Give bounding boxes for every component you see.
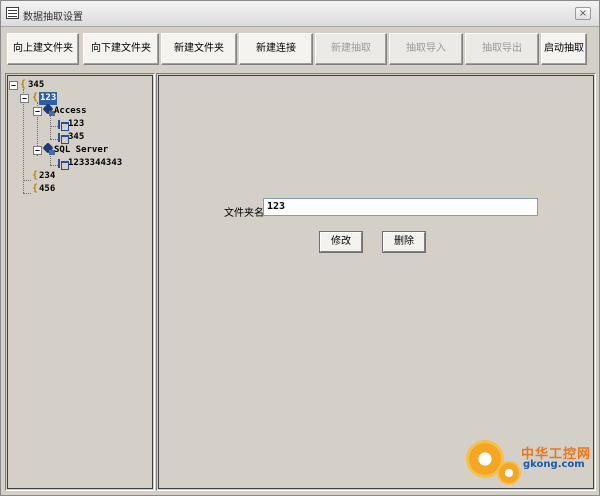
tree-connector xyxy=(50,139,58,140)
watermark-url: gkong.com xyxy=(523,459,585,470)
new-folder-button[interactable]: 新建文件夹 xyxy=(161,33,237,65)
gear-icon xyxy=(499,463,519,483)
tree-connector xyxy=(50,115,51,139)
gkong-watermark: 中华工控网 gkong.com xyxy=(469,433,597,493)
tree-node-label: 345 xyxy=(28,80,45,90)
toolbar: 向上建文件夹 向下建文件夹 新建文件夹 新建连接 新建抽取 抽取导入 抽取导出 … xyxy=(1,28,599,70)
gear-icon xyxy=(469,443,501,475)
tree-node-label: 123 xyxy=(68,119,85,129)
new-connection-button[interactable]: 新建连接 xyxy=(239,33,313,65)
app-icon xyxy=(6,7,19,19)
tree-node-label: 345 xyxy=(68,132,85,142)
tree-node-label: Access xyxy=(54,106,87,116)
collapse-toggle[interactable]: − xyxy=(33,107,42,116)
start-extraction-button[interactable]: 启动抽取 xyxy=(541,33,587,65)
title-bar: 数据抽取设置 × xyxy=(1,1,599,27)
folder-tree: − { 345 − { 123 − Access 123 345 − SQL S… xyxy=(7,75,153,489)
delete-button[interactable]: 删除 xyxy=(383,232,425,252)
collapse-toggle[interactable]: − xyxy=(9,81,18,90)
folder-name-input[interactable]: 123 xyxy=(263,198,538,216)
table-icon xyxy=(58,158,69,170)
tree-connector xyxy=(50,154,51,165)
tree-node-label: SQL Server xyxy=(54,145,109,155)
collapse-toggle[interactable]: − xyxy=(20,94,29,103)
folder-detail-pane: 文件夹名: 123 修改 删除 xyxy=(156,73,596,491)
extraction-settings-window: 数据抽取设置 × 向上建文件夹 向下建文件夹 新建文件夹 新建连接 新建抽取 抽… xyxy=(0,0,600,496)
window-title: 数据抽取设置 xyxy=(23,12,83,23)
tree-connector xyxy=(50,165,58,166)
tree-connector xyxy=(50,126,58,127)
folder-tree-pane: − { 345 − { 123 − Access 123 345 − SQL S… xyxy=(5,73,155,491)
modify-button[interactable]: 修改 xyxy=(320,232,362,252)
close-button[interactable]: × xyxy=(575,7,591,20)
import-extraction-button[interactable]: 抽取导入 xyxy=(389,33,463,65)
folder-name-label: 文件夹名: xyxy=(224,208,268,219)
tree-node-label: 234 xyxy=(39,171,56,181)
table-icon xyxy=(58,119,69,131)
create-folder-above-button[interactable]: 向上建文件夹 xyxy=(7,33,79,65)
tree-connector xyxy=(23,180,31,181)
tree-node-label: 1233344343 xyxy=(68,158,123,168)
new-extraction-button[interactable]: 新建抽取 xyxy=(315,33,387,65)
tree-node-label: 456 xyxy=(39,184,56,194)
folder-detail-panel: 文件夹名: 123 修改 删除 xyxy=(158,75,594,489)
collapse-toggle[interactable]: − xyxy=(33,146,42,155)
tree-connector xyxy=(23,89,24,193)
create-folder-below-button[interactable]: 向下建文件夹 xyxy=(83,33,159,65)
tree-connector xyxy=(23,193,31,194)
table-icon xyxy=(58,132,69,144)
export-extraction-button[interactable]: 抽取导出 xyxy=(465,33,539,65)
